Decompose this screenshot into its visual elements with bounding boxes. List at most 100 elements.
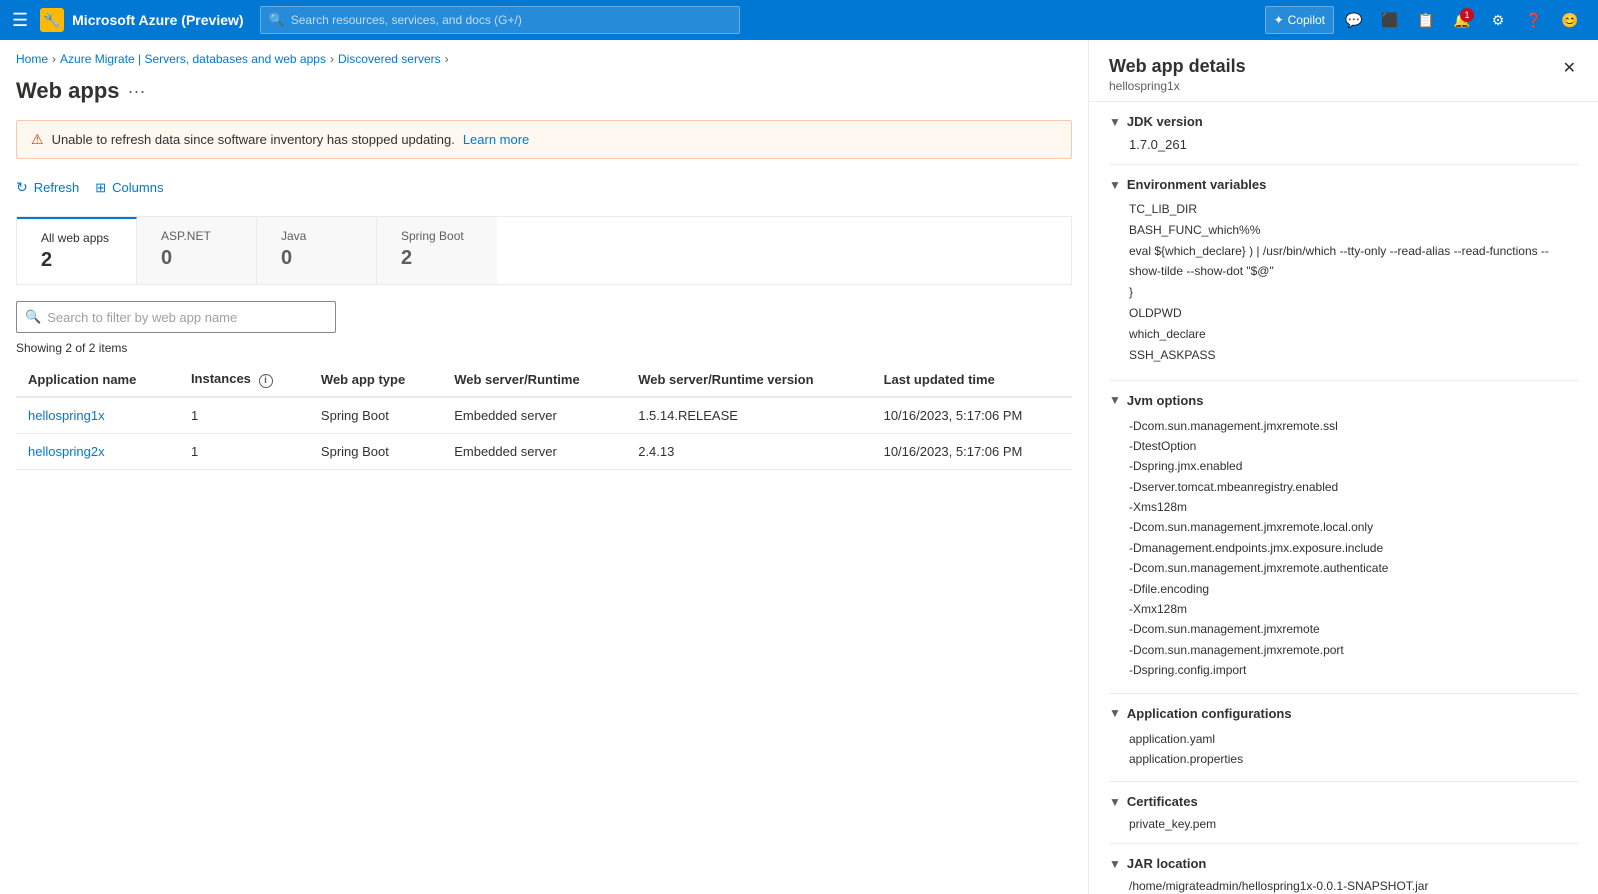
- refresh-button[interactable]: ↻ Refresh: [16, 175, 79, 200]
- panel-title: Web app details: [1109, 56, 1246, 77]
- app-config-item: application.yaml: [1129, 729, 1578, 749]
- col-instances[interactable]: Instances i: [179, 363, 309, 397]
- cell-last-updated: 10/16/2023, 5:17:06 PM: [872, 434, 1072, 470]
- app-configs-chevron-icon: ▼: [1109, 706, 1121, 720]
- global-search-box[interactable]: 🔍: [260, 6, 740, 34]
- search-icon: 🔍: [25, 309, 41, 325]
- app-name-link[interactable]: hellospring2x: [28, 444, 105, 459]
- topbar: ☰ 🔧 Microsoft Azure (Preview) 🔍 ✦ Copilo…: [0, 0, 1598, 40]
- jdk-chevron-icon: ▼: [1109, 115, 1121, 129]
- col-web-server[interactable]: Web server/Runtime: [442, 363, 626, 397]
- feedback-button[interactable]: 💬: [1338, 4, 1370, 36]
- learn-more-link[interactable]: Learn more: [463, 132, 529, 147]
- search-box[interactable]: 🔍: [16, 301, 336, 333]
- env-var-item: which_declare: [1129, 325, 1578, 344]
- jvm-option-item: -Xmx128m: [1129, 599, 1578, 619]
- warning-icon: ⚠: [31, 131, 44, 148]
- instances-info-icon[interactable]: i: [259, 374, 273, 388]
- env-var-item: OLDPWD: [1129, 304, 1578, 323]
- jvm-option-item: -Dserver.tomcat.mbeanregistry.enabled: [1129, 477, 1578, 497]
- col-last-updated[interactable]: Last updated time: [872, 363, 1072, 397]
- breadcrumb: Home › Azure Migrate | Servers, database…: [16, 40, 1072, 74]
- close-panel-button[interactable]: ✕: [1561, 56, 1578, 80]
- breadcrumb-home[interactable]: Home: [16, 52, 48, 66]
- jvm-section-header[interactable]: ▼ Jvm options: [1109, 393, 1578, 408]
- app-configs-section: ▼ Application configurations application…: [1109, 694, 1578, 783]
- jvm-option-item: -Dcom.sun.management.jmxremote.local.onl…: [1129, 517, 1578, 537]
- jvm-option-item: -Dspring.jmx.enabled: [1129, 456, 1578, 476]
- warning-text: Unable to refresh data since software in…: [52, 132, 455, 147]
- col-runtime-version[interactable]: Web server/Runtime version: [626, 363, 871, 397]
- cell-last-updated: 10/16/2023, 5:17:06 PM: [872, 397, 1072, 434]
- certificates-section-header[interactable]: ▼ Certificates: [1109, 794, 1578, 809]
- category-all-web-apps[interactable]: All web apps 2: [17, 217, 137, 284]
- certificates-section: ▼ Certificates private_key.pem: [1109, 782, 1578, 844]
- jdk-section-header[interactable]: ▼ JDK version: [1109, 114, 1578, 129]
- env-vars-list: TC_LIB_DIRBASH_FUNC_which%%eval ${which_…: [1129, 200, 1578, 366]
- col-web-app-type[interactable]: Web app type: [309, 363, 442, 397]
- env-var-item: BASH_FUNC_which%%: [1129, 221, 1578, 240]
- panel-header: Web app details hellospring1x ✕: [1089, 40, 1598, 102]
- app-config-item: application.properties: [1129, 749, 1578, 769]
- app-configs-list: application.yamlapplication.properties: [1129, 729, 1578, 770]
- jar-location-section-title: JAR location: [1127, 856, 1206, 871]
- search-input[interactable]: [47, 310, 327, 325]
- jdk-section-title: JDK version: [1127, 114, 1203, 129]
- columns-button[interactable]: ⊞ Columns: [95, 176, 163, 200]
- certificates-chevron-icon: ▼: [1109, 795, 1121, 809]
- jar-location-chevron-icon: ▼: [1109, 857, 1121, 871]
- cell-web-app-type: Spring Boot: [309, 397, 442, 434]
- notifications-button[interactable]: 🔔 1: [1446, 4, 1478, 36]
- jdk-version-value: 1.7.0_261: [1129, 137, 1578, 152]
- feedback-smile-button[interactable]: 😊: [1554, 4, 1586, 36]
- table-row[interactable]: hellospring2x 1 Spring Boot Embedded ser…: [16, 434, 1072, 470]
- breadcrumb-discovered-servers[interactable]: Discovered servers: [338, 52, 441, 66]
- cell-runtime-version: 1.5.14.RELEASE: [626, 397, 871, 434]
- topbar-actions: ✦ Copilot 💬 ⬛ 📋 🔔 1 ⚙ ❓ 😊: [1265, 4, 1586, 36]
- jar-location-section-header[interactable]: ▼ JAR location: [1109, 856, 1578, 871]
- table-row[interactable]: hellospring1x 1 Spring Boot Embedded ser…: [16, 397, 1072, 434]
- cell-runtime-version: 2.4.13: [626, 434, 871, 470]
- help-button[interactable]: ❓: [1518, 4, 1550, 36]
- jvm-option-item: -Dcom.sun.management.jmxremote: [1129, 619, 1578, 639]
- category-all-count: 2: [41, 249, 112, 272]
- app-configs-section-header[interactable]: ▼ Application configurations: [1109, 706, 1578, 721]
- category-springboot-label: Spring Boot: [401, 229, 473, 243]
- cell-app-name[interactable]: hellospring2x: [16, 434, 179, 470]
- jvm-option-item: -Dcom.sun.management.jmxremote.authentic…: [1129, 558, 1578, 578]
- cell-app-name[interactable]: hellospring1x: [16, 397, 179, 434]
- copilot-icon: ✦: [1274, 13, 1284, 27]
- category-java[interactable]: Java 0: [257, 217, 377, 284]
- jvm-chevron-icon: ▼: [1109, 393, 1121, 407]
- jvm-option-item: -Xms128m: [1129, 497, 1578, 517]
- page-title-more-button[interactable]: ···: [128, 81, 146, 102]
- directory-button[interactable]: 📋: [1410, 4, 1442, 36]
- notification-badge: 1: [1460, 8, 1474, 22]
- col-app-name[interactable]: Application name: [16, 363, 179, 397]
- category-java-count: 0: [281, 247, 352, 270]
- env-vars-section-title: Environment variables: [1127, 177, 1266, 192]
- cell-web-server: Embedded server: [442, 434, 626, 470]
- jar-location-section: ▼ JAR location /home/migrateadmin/hellos…: [1109, 844, 1578, 894]
- jdk-section: ▼ JDK version 1.7.0_261: [1109, 102, 1578, 165]
- warning-banner: ⚠ Unable to refresh data since software …: [16, 120, 1072, 159]
- app-name-link[interactable]: hellospring1x: [28, 408, 105, 423]
- category-aspnet[interactable]: ASP.NET 0: [137, 217, 257, 284]
- app-title: Microsoft Azure (Preview): [72, 12, 243, 28]
- hamburger-icon[interactable]: ☰: [12, 10, 28, 31]
- left-panel: Home › Azure Migrate | Servers, database…: [0, 40, 1088, 894]
- page-title-row: Web apps ···: [16, 74, 1072, 120]
- azure-logo: 🔧: [40, 8, 64, 32]
- copilot-button[interactable]: ✦ Copilot: [1265, 6, 1334, 34]
- global-search-input[interactable]: [291, 13, 731, 27]
- breadcrumb-azure-migrate[interactable]: Azure Migrate | Servers, databases and w…: [60, 52, 326, 66]
- settings-button[interactable]: ⚙: [1482, 4, 1514, 36]
- web-apps-table: Application name Instances i Web app typ…: [16, 363, 1072, 470]
- jvm-section: ▼ Jvm options -Dcom.sun.management.jmxre…: [1109, 381, 1578, 694]
- category-springboot[interactable]: Spring Boot 2: [377, 217, 497, 284]
- jvm-option-item: -Dcom.sun.management.jmxremote.port: [1129, 640, 1578, 660]
- cloud-shell-button[interactable]: ⬛: [1374, 4, 1406, 36]
- env-vars-section-header[interactable]: ▼ Environment variables: [1109, 177, 1578, 192]
- showing-count: Showing 2 of 2 items: [16, 341, 1072, 355]
- jvm-option-item: -DtestOption: [1129, 436, 1578, 456]
